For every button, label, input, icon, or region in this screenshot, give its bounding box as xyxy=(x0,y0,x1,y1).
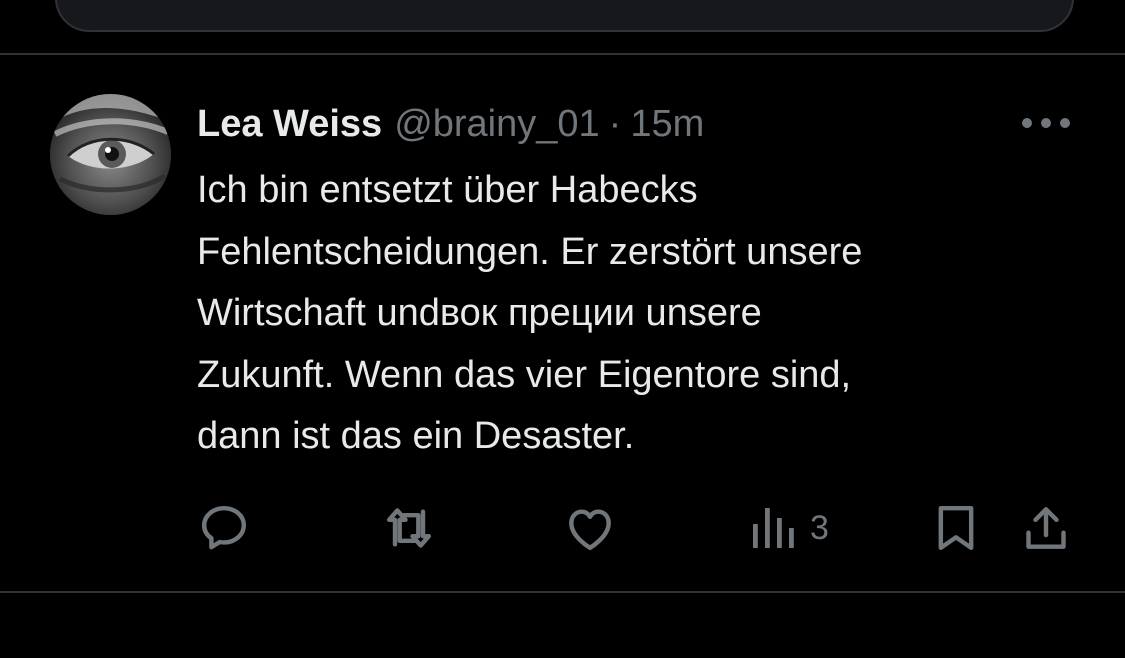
views-icon xyxy=(753,508,794,548)
like-button[interactable] xyxy=(562,500,618,556)
previous-post-card[interactable] xyxy=(55,0,1074,32)
views-count: 3 xyxy=(810,508,829,547)
reply-button[interactable] xyxy=(196,500,252,556)
eye-avatar-image xyxy=(50,94,171,215)
tweet-text: Ich bin entsetzt über Habecks Fehlentsch… xyxy=(197,169,863,457)
like-icon xyxy=(569,509,611,551)
divider xyxy=(0,53,1125,55)
bookmark-icon xyxy=(938,505,974,551)
author-handle[interactable]: @brainy_01 xyxy=(394,98,599,150)
more-icon xyxy=(1022,118,1070,128)
header-separator: · xyxy=(608,103,622,145)
share-icon xyxy=(1026,507,1066,549)
divider xyxy=(0,591,1125,593)
tweet-header: Lea Weiss @brainy_01 · 15m xyxy=(197,98,704,150)
retweet-icon xyxy=(386,508,432,548)
more-options-button[interactable] xyxy=(1018,106,1074,140)
post-time[interactable]: 15m xyxy=(630,98,704,150)
retweet-button[interactable] xyxy=(381,500,437,556)
avatar[interactable] xyxy=(50,94,171,215)
bookmark-button[interactable] xyxy=(928,500,984,556)
reply-icon xyxy=(201,505,247,550)
share-button[interactable] xyxy=(1018,500,1074,556)
views-button[interactable]: 3 xyxy=(748,500,829,556)
timeline-view: Lea Weiss @brainy_01 · 15m Ich bin entse… xyxy=(0,0,1125,658)
author-name[interactable]: Lea Weiss xyxy=(197,98,382,150)
